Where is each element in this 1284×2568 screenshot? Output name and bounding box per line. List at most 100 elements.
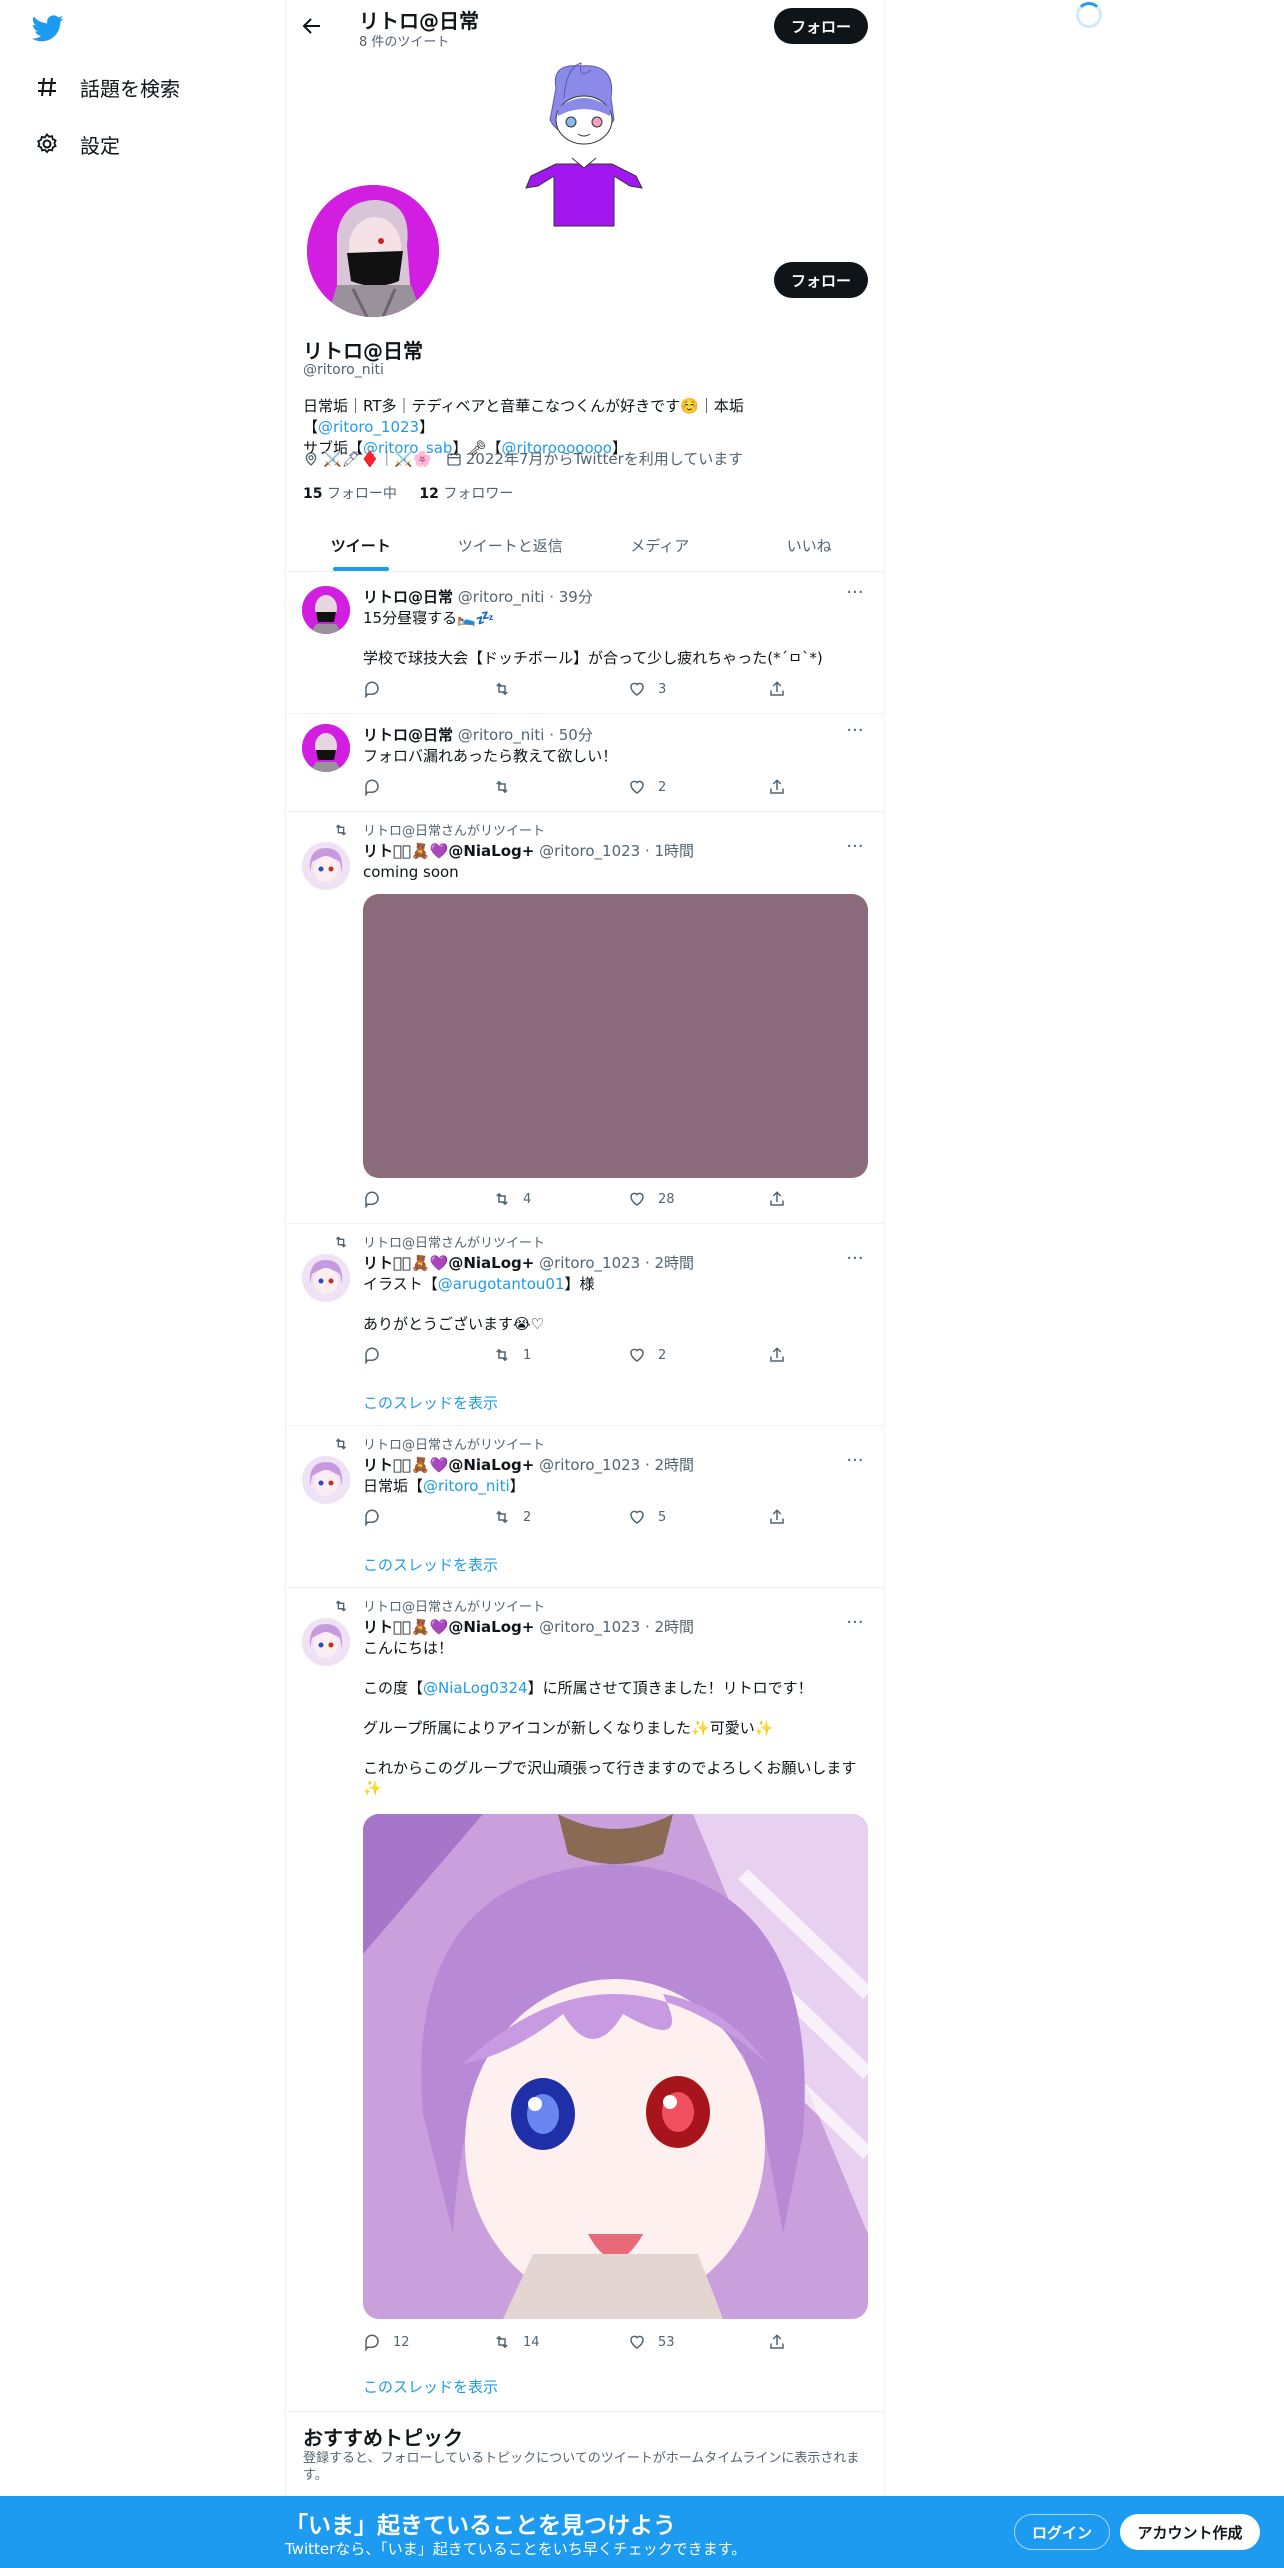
nav-explore[interactable]: 話題を検索 xyxy=(34,67,180,107)
profile-avatar[interactable] xyxy=(304,182,442,320)
share-button[interactable] xyxy=(768,2333,798,2351)
reply-button[interactable] xyxy=(363,1190,393,1208)
nav-settings-label: 設定 xyxy=(80,133,120,158)
tweet-actions: 12 14 53 xyxy=(363,2333,803,2353)
tweet[interactable]: リトロ@日常さんがリツイート リトロ🏻🧸💜@NiaLog+ @ritoro_10… xyxy=(286,812,884,1224)
tab-likes[interactable]: いいね xyxy=(735,520,885,571)
mention-link[interactable]: @ritoro_niti xyxy=(423,1477,510,1495)
heart-icon xyxy=(630,2335,644,2349)
mention-link[interactable]: @NiaLog0324 xyxy=(423,1679,528,1697)
back-arrow-icon[interactable] xyxy=(300,14,324,38)
tweet-avatar[interactable] xyxy=(302,1618,350,1666)
like-button[interactable]: 28 xyxy=(628,1190,675,1208)
profile-banner-image[interactable] xyxy=(506,58,656,240)
tweet-author-name[interactable]: リトロ@日常 xyxy=(363,726,453,744)
more-options-icon[interactable]: ··· xyxy=(844,838,866,862)
reply-button[interactable]: 12 xyxy=(363,2333,410,2351)
more-options-icon[interactable]: ··· xyxy=(844,1250,866,1274)
retweet-icon xyxy=(496,2335,508,2349)
retweet-button[interactable]: 2 xyxy=(493,1508,531,1526)
reply-button[interactable] xyxy=(363,778,393,796)
like-button[interactable]: 3 xyxy=(628,680,666,698)
show-thread-link[interactable]: このスレッドを表示 xyxy=(363,2376,498,2397)
profile-meta: ⚔️🖊♦️｜⚔️🌸 2022年7月からTwitterを利用しています xyxy=(303,448,743,469)
more-options-icon[interactable]: ··· xyxy=(844,1452,866,1476)
topbar-follow-button[interactable]: フォロー xyxy=(774,8,868,44)
retweet-button[interactable]: 1 xyxy=(493,1346,531,1364)
tweet-author-name[interactable]: リトロ🏻🧸💜@NiaLog+ xyxy=(363,1254,534,1272)
tweet[interactable]: リトロ@日常 @ritoro_niti · 50分 ··· フォロバ漏れあったら… xyxy=(286,714,884,812)
like-button[interactable]: 2 xyxy=(628,1346,666,1364)
mention-link[interactable]: @arugotantou01 xyxy=(438,1275,565,1293)
heart-icon xyxy=(630,682,644,696)
login-button[interactable]: ログイン xyxy=(1014,2514,1110,2550)
tweet-media-image[interactable] xyxy=(363,894,868,1178)
show-thread-link[interactable]: このスレッドを表示 xyxy=(363,1392,498,1413)
reply-button[interactable] xyxy=(363,1508,393,1526)
heart-icon xyxy=(630,780,644,794)
followers-link[interactable]: 12 フォロワー xyxy=(419,486,513,502)
tweet-author-name[interactable]: リトロ🏻🧸💜@NiaLog+ xyxy=(363,1456,534,1474)
retweet-label[interactable]: リトロ@日常さんがリツイート xyxy=(363,1596,545,1615)
tweet-actions: 4 28 xyxy=(363,1190,803,1210)
like-button[interactable]: 5 xyxy=(628,1508,666,1526)
bio-link-main[interactable]: @ritoro_1023 xyxy=(318,418,419,436)
tweet-media-image[interactable] xyxy=(363,1814,868,2319)
nav-settings[interactable]: 設定 xyxy=(34,124,120,164)
retweet-button[interactable] xyxy=(493,778,523,796)
topbar-tweet-count: 8 件のツイート xyxy=(359,35,450,50)
tweet-text: フォロバ漏れあったら教えて欲しい！ xyxy=(363,747,618,765)
tweet-meta: @ritoro_1023 · 2時間 xyxy=(539,1618,695,1636)
share-button[interactable] xyxy=(768,1508,798,1526)
profile-tabs: ツイート ツイートと返信 メディア いいね xyxy=(286,520,884,572)
tweet-author-name[interactable]: リトロ🏻🧸💜@NiaLog+ xyxy=(363,1618,534,1636)
reply-button[interactable] xyxy=(363,1346,393,1364)
heart-icon xyxy=(630,1510,644,1524)
show-thread-link[interactable]: このスレッドを表示 xyxy=(363,1554,498,1575)
retweet-button[interactable]: 14 xyxy=(493,2333,540,2351)
more-options-icon[interactable]: ··· xyxy=(844,722,866,746)
retweet-label[interactable]: リトロ@日常さんがリツイート xyxy=(363,820,545,839)
tab-media[interactable]: メディア xyxy=(585,520,735,571)
retweet-button[interactable] xyxy=(493,680,523,698)
tweet-actions: 2 5 xyxy=(363,1508,803,1528)
tweet-text: こんにちは！ この度【@NiaLog0324】に所属させて頂きました！リトロです… xyxy=(363,1639,857,1797)
retweet-icon xyxy=(496,1510,508,1524)
tweet-avatar[interactable] xyxy=(302,724,350,772)
tweet-avatar[interactable] xyxy=(302,586,350,634)
tweet-avatar[interactable] xyxy=(302,1456,350,1504)
more-options-icon[interactable]: ··· xyxy=(844,584,866,608)
retweet-label[interactable]: リトロ@日常さんがリツイート xyxy=(363,1434,545,1453)
share-button[interactable] xyxy=(768,1190,798,1208)
retweet-icon xyxy=(335,823,347,836)
recommended-topics: おすすめトピック 登録すると、フォローしているトピックについてのツイートがホーム… xyxy=(286,2412,884,2497)
tweet[interactable]: リトロ@日常さんがリツイート リトロ🏻🧸💜@NiaLog+ @ritoro_10… xyxy=(286,1426,884,1588)
hashtag-icon xyxy=(34,74,60,100)
tweet[interactable]: リトロ@日常さんがリツイート リトロ🏻🧸💜@NiaLog+ @ritoro_10… xyxy=(286,1588,884,2412)
heart-icon xyxy=(630,1348,644,1362)
reply-button[interactable] xyxy=(363,680,393,698)
tweet-meta: @ritoro_niti · 50分 xyxy=(457,726,593,744)
share-button[interactable] xyxy=(768,680,798,698)
share-button[interactable] xyxy=(768,778,798,796)
share-icon xyxy=(770,1347,784,1362)
tweet-author-name[interactable]: リトロ🏻🧸💜@NiaLog+ xyxy=(363,842,534,860)
tweet-avatar[interactable] xyxy=(302,842,350,890)
like-button[interactable]: 2 xyxy=(628,778,666,796)
more-options-icon[interactable]: ··· xyxy=(844,1614,866,1638)
tab-tweets[interactable]: ツイート xyxy=(286,520,436,571)
like-button[interactable]: 53 xyxy=(628,2333,675,2351)
tweet-avatar[interactable] xyxy=(302,1254,350,1302)
retweet-label[interactable]: リトロ@日常さんがリツイート xyxy=(363,1232,545,1251)
tweet[interactable]: リトロ@日常さんがリツイート リトロ🏻🧸💜@NiaLog+ @ritoro_10… xyxy=(286,1224,884,1426)
following-link[interactable]: 15 フォロー中 xyxy=(303,486,397,502)
signup-button[interactable]: アカウント作成 xyxy=(1120,2514,1260,2550)
tweet-author-name[interactable]: リトロ@日常 xyxy=(363,588,453,606)
twitter-logo-icon[interactable] xyxy=(30,12,66,44)
retweet-button[interactable]: 4 xyxy=(493,1190,531,1208)
share-button[interactable] xyxy=(768,1346,798,1364)
gear-icon xyxy=(34,131,60,157)
profile-follow-button[interactable]: フォロー xyxy=(774,262,868,298)
tweet[interactable]: リトロ@日常 @ritoro_niti · 39分 ··· 15分昼寝する🛌💤 … xyxy=(286,572,884,714)
tab-tweets-replies[interactable]: ツイートと返信 xyxy=(436,520,586,571)
